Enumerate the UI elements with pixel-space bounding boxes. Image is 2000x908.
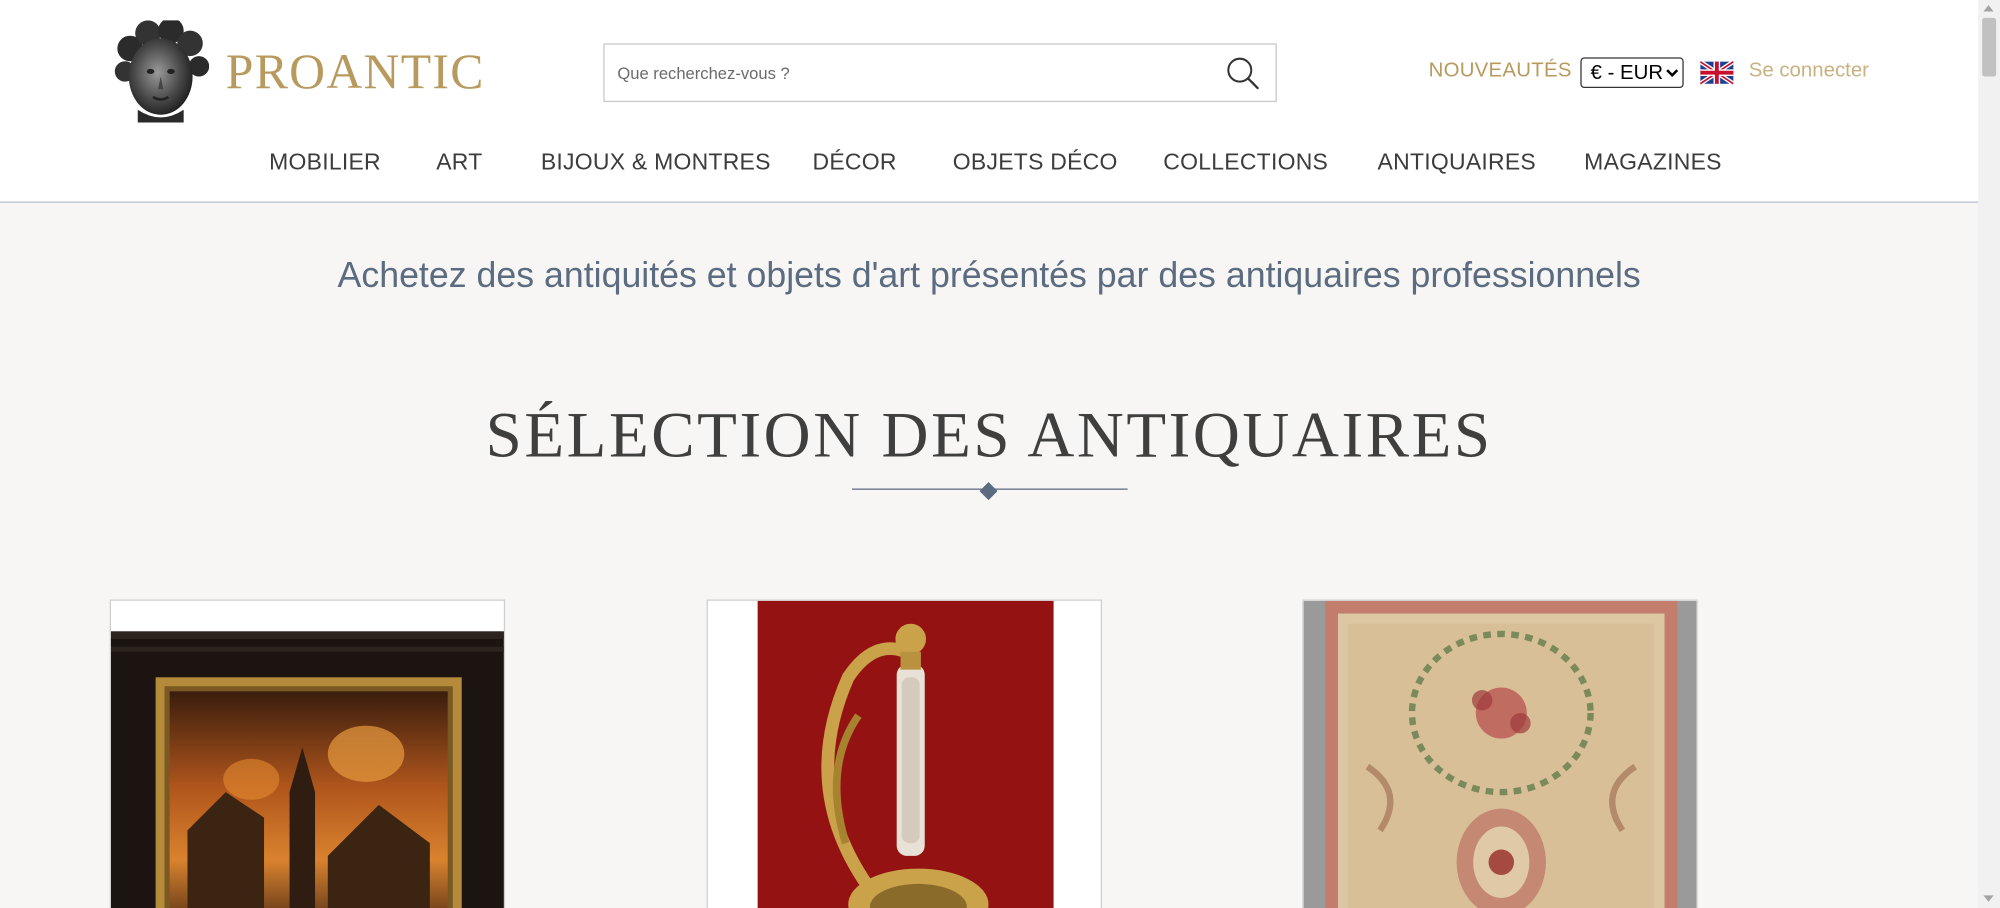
scrollbar[interactable] [1978, 0, 2000, 908]
nav-item-bijoux-montres[interactable]: BIJOUX & MONTRES [541, 149, 771, 176]
section-title: SÉLECTION DES ANTIQUAIRES [485, 400, 1493, 472]
title-divider-ornament [979, 482, 998, 501]
search-box [603, 43, 1277, 103]
nav-item-objets-deco[interactable]: OBJETS DÉCO [953, 149, 1118, 176]
nouveautes-link[interactable]: NOUVEAUTÉS [1429, 60, 1572, 83]
scrollbar-thumb[interactable] [1982, 17, 1997, 77]
main-nav: MOBILIER ART BIJOUX & MONTRES DÉCOR OBJE… [0, 149, 1978, 180]
currency-select[interactable]: € - EUR [1580, 57, 1684, 89]
uk-flag-icon[interactable] [1700, 59, 1734, 86]
nav-item-art[interactable]: ART [436, 149, 482, 176]
logo-cherub-icon[interactable] [110, 20, 210, 123]
product-card-carpet[interactable] [1302, 599, 1698, 908]
product-image-painting [110, 631, 504, 908]
nav-item-decor[interactable]: DÉCOR [812, 149, 896, 176]
nav-item-antiquaires[interactable]: ANTIQUAIRES [1378, 149, 1536, 176]
nav-item-collections[interactable]: COLLECTIONS [1163, 149, 1328, 176]
site-header: PROANTIC NOUVEAUTÉS € - EUR Se connecter… [0, 0, 1979, 203]
nav-item-mobilier[interactable]: MOBILIER [269, 149, 381, 176]
scroll-down-icon[interactable] [1983, 895, 1994, 902]
nav-item-magazines[interactable]: MAGAZINES [1584, 149, 1722, 176]
product-image-sword [757, 600, 1054, 908]
search-icon[interactable] [1224, 55, 1260, 91]
product-image-carpet [1303, 600, 1697, 908]
search-input[interactable] [604, 44, 1205, 101]
login-link[interactable]: Se connecter [1749, 60, 1869, 83]
product-card-painting[interactable] [109, 599, 506, 908]
product-card-sword[interactable] [706, 599, 1103, 908]
scroll-up-icon[interactable] [1983, 5, 1994, 12]
page-tagline: Achetez des antiquités et objets d'art p… [337, 255, 1641, 295]
page: PROANTIC NOUVEAUTÉS € - EUR Se connecter… [0, 0, 2000, 908]
logo-wordmark[interactable]: PROANTIC [226, 43, 485, 100]
